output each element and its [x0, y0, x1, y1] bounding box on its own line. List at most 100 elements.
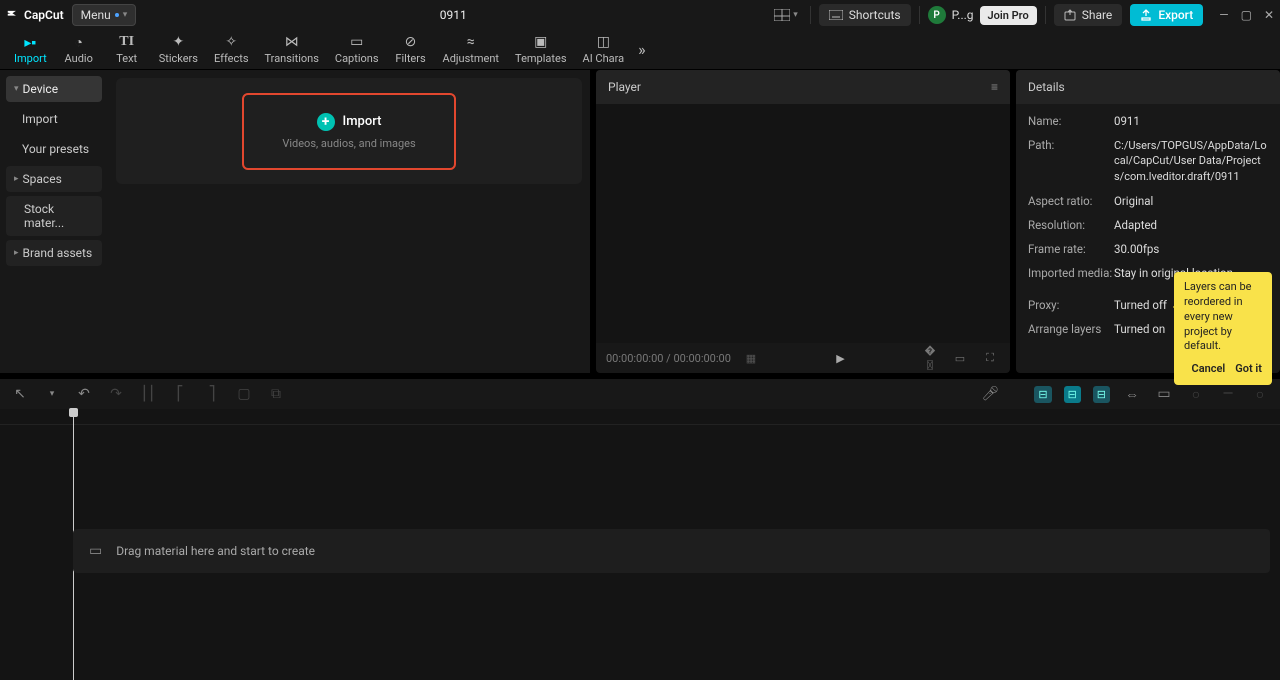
import-subtitle: Videos, audios, and images: [282, 137, 415, 150]
maximize-button[interactable]: ▢: [1241, 8, 1252, 22]
tab-filters[interactable]: ⊘Filters: [387, 34, 435, 65]
magnet-1[interactable]: ⊟: [1034, 386, 1051, 403]
detail-key: Imported media:: [1028, 266, 1114, 280]
play-button[interactable]: ▶: [830, 352, 850, 365]
crop-button[interactable]: ⧉: [266, 386, 286, 402]
titlebar-right: ▾ Shortcuts P P...g Join Pro Share Expor…: [770, 4, 1274, 26]
trim-left-button[interactable]: ⎡: [170, 386, 190, 402]
tab-label: AI Chara: [583, 52, 625, 65]
sidebar-item-brand[interactable]: ▸Brand assets: [6, 240, 102, 266]
detail-value: C:/Users/TOPGUS/AppData/Local/CapCut/Use…: [1114, 138, 1268, 184]
tab-transitions[interactable]: ⋈Transitions: [257, 34, 327, 65]
adjustment-icon: ≈: [467, 34, 475, 50]
fullscreen-icon[interactable]: ⛶: [980, 351, 1000, 365]
join-pro-button[interactable]: Join Pro: [980, 6, 1037, 25]
zoom-slider[interactable]: —: [1218, 386, 1238, 402]
sidebar-item-import[interactable]: Import: [6, 106, 102, 132]
track-area[interactable]: ▭ Drag material here and start to create: [73, 529, 1270, 573]
tab-label: Transitions: [265, 52, 319, 65]
ratio-icon[interactable]: ▭: [950, 352, 970, 365]
tooltip-cancel-button[interactable]: Cancel: [1192, 362, 1226, 377]
details-title: Details: [1028, 80, 1065, 94]
split-button[interactable]: ⎮⎮: [138, 386, 158, 402]
detail-value: Original: [1114, 194, 1153, 208]
redo-button[interactable]: ↷: [106, 386, 126, 402]
detail-value: Turned on: [1114, 322, 1165, 336]
chevron-right-icon: ▸: [14, 174, 19, 184]
sidebar-label: Brand assets: [23, 246, 93, 260]
import-title: Import: [343, 114, 382, 129]
project-title: 0911: [144, 8, 762, 22]
avatar[interactable]: P: [928, 6, 946, 24]
media-tabs: ▸▪Import ◔Audio TIText ✦Stickers ✧ Effect…: [0, 30, 1280, 70]
ai-chara-icon: ◫: [597, 34, 610, 50]
zoom-out[interactable]: ○: [1186, 386, 1206, 403]
audio-icon: ◔: [74, 34, 82, 50]
zoom-in[interactable]: ○: [1250, 386, 1270, 403]
grid-icon[interactable]: ▦: [741, 352, 761, 365]
layout-icon[interactable]: ▾: [770, 5, 802, 25]
detail-key: Resolution:: [1028, 218, 1114, 232]
export-label: Export: [1158, 8, 1193, 22]
tab-templates[interactable]: ▣Templates: [507, 34, 574, 65]
tooltip-gotit-button[interactable]: Got it: [1235, 362, 1262, 377]
player-menu-icon[interactable]: ≡: [991, 80, 998, 94]
tab-label: Templates: [515, 52, 566, 65]
tab-effects[interactable]: ✧ Effects: [206, 34, 257, 65]
tab-captions[interactable]: ▭Captions: [327, 34, 387, 65]
player-controls: 00:00:00:00 / 00:00:00:00 ▦ ▶ �〿 ▭ ⛶: [596, 343, 1010, 373]
export-icon: [1140, 9, 1152, 21]
tabs-overflow[interactable]: »: [632, 40, 652, 59]
tab-stickers[interactable]: ✦Stickers: [151, 34, 206, 65]
import-card: + Import Videos, audios, and images: [116, 78, 582, 184]
filters-icon: ⊘: [405, 34, 417, 50]
keyboard-icon: [829, 10, 843, 20]
delete-button[interactable]: ▢: [234, 386, 254, 402]
sidebar-label: Import: [22, 112, 58, 126]
tab-adjustment[interactable]: ≈Adjustment: [435, 34, 508, 65]
player-viewport[interactable]: [596, 104, 1010, 343]
sidebar-item-spaces[interactable]: ▸ Spaces: [6, 166, 102, 192]
tab-import[interactable]: ▸▪Import: [6, 34, 55, 65]
undo-button[interactable]: ↶: [74, 386, 94, 402]
scan-icon[interactable]: �〿: [920, 344, 940, 373]
import-dropzone[interactable]: + Import Videos, audios, and images: [242, 93, 455, 170]
cursor-tool[interactable]: ↖: [10, 386, 30, 402]
tab-label: Effects: [214, 52, 249, 65]
magnet-2[interactable]: ⊟: [1064, 386, 1081, 403]
player-title: Player: [608, 80, 641, 94]
timeline[interactable]: ▭ Drag material here and start to create: [0, 409, 1280, 680]
menu-button[interactable]: Menu ▾: [72, 4, 137, 26]
sidebar-item-stock[interactable]: Stock mater...: [6, 196, 102, 236]
effects-icon: ✧: [225, 34, 237, 50]
detail-value: 30.00fps: [1114, 242, 1159, 256]
sidebar-label: Device: [23, 82, 59, 96]
shortcuts-button[interactable]: Shortcuts: [819, 4, 911, 26]
captions-icon: ▭: [350, 34, 363, 50]
tab-text[interactable]: TIText: [103, 34, 151, 65]
time-ruler[interactable]: [0, 409, 1280, 425]
preview-button[interactable]: ▭: [1154, 386, 1174, 402]
align-button[interactable]: ⇔: [1122, 386, 1142, 403]
tab-label: Import: [14, 52, 47, 65]
media-icon: ▭: [89, 543, 102, 559]
export-button[interactable]: Export: [1130, 4, 1203, 26]
detail-key: Aspect ratio:: [1028, 194, 1114, 208]
cursor-dropdown[interactable]: ▾: [42, 389, 62, 399]
titlebar: CapCut Menu ▾ 0911 ▾ Shortcuts P P...g J…: [0, 0, 1280, 30]
tab-ai-chara[interactable]: ◫ AI Chara: [575, 34, 633, 65]
close-button[interactable]: ✕: [1264, 8, 1274, 22]
sidebar-label: Spaces: [23, 172, 62, 186]
sidebar-label: Stock mater...: [24, 202, 94, 230]
mic-button[interactable]: 🎤︎: [980, 386, 1000, 402]
minimize-button[interactable]: —: [1219, 8, 1228, 22]
stickers-icon: ✦: [172, 34, 184, 50]
trim-right-button[interactable]: ⎤: [202, 386, 222, 402]
share-button[interactable]: Share: [1054, 4, 1123, 26]
sidebar-item-device[interactable]: ▾Device: [6, 76, 102, 102]
magnet-3[interactable]: ⊟: [1093, 386, 1110, 403]
detail-key: Proxy:: [1028, 298, 1114, 312]
tab-audio[interactable]: ◔Audio: [55, 34, 103, 65]
sidebar-item-presets[interactable]: Your presets: [6, 136, 102, 162]
window-controls: — ▢ ✕: [1219, 8, 1274, 22]
